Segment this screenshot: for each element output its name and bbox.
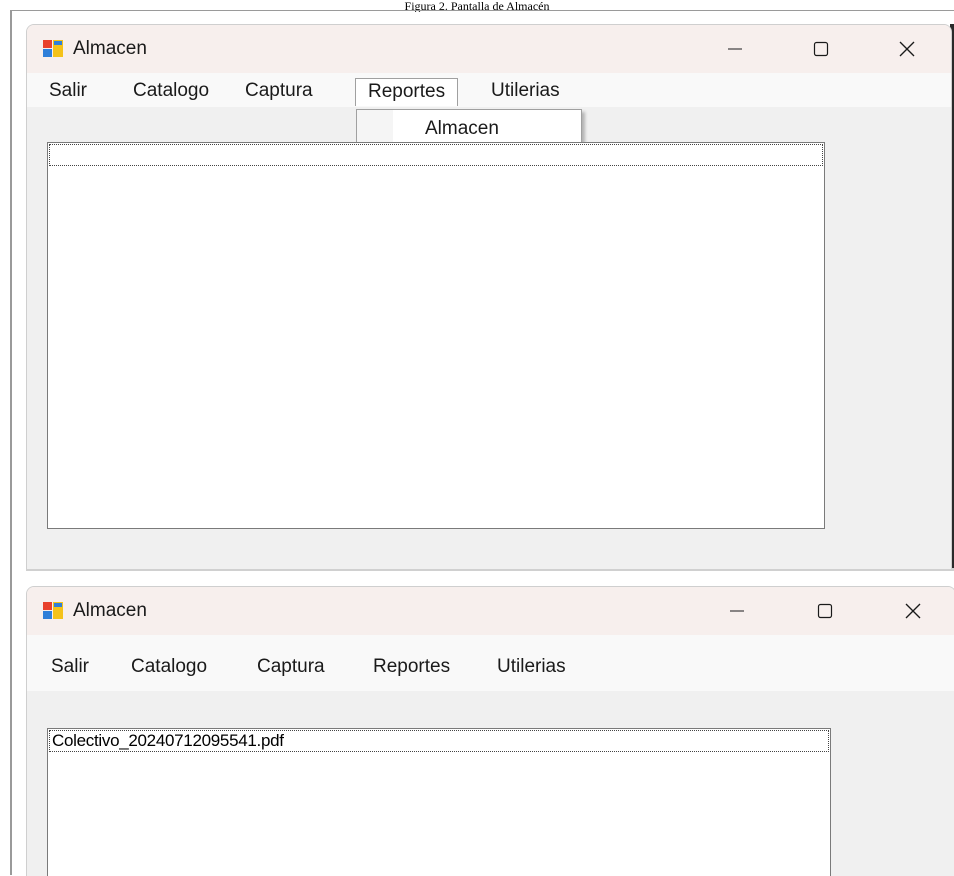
files-listbox[interactable]	[47, 142, 825, 529]
maximize-button[interactable]	[797, 587, 853, 635]
close-icon	[899, 41, 915, 57]
menu-reportes[interactable]: Reportes	[355, 78, 459, 106]
window-title: Almacen	[73, 38, 147, 59]
title-bar[interactable]: Almacen	[27, 25, 951, 73]
list-item[interactable]: Colectivo_20240712095541.pdf	[49, 730, 829, 752]
window-title: Almacen	[73, 600, 147, 621]
winforms-app-icon[interactable]	[43, 40, 63, 58]
menu-item-almacen[interactable]: Almacen	[393, 114, 577, 144]
menu-bar: Salir Catalogo Captura Reportes Utileria…	[27, 73, 951, 107]
frame-left-border	[10, 10, 12, 875]
menu-catalogo[interactable]: Catalogo	[121, 78, 221, 104]
menu-catalogo[interactable]: Catalogo	[119, 654, 219, 680]
menu-salir[interactable]: Salir	[37, 78, 99, 104]
minimize-button[interactable]	[707, 25, 763, 73]
frame-top-border	[10, 10, 954, 11]
list-item[interactable]	[49, 144, 823, 166]
menu-utilerias[interactable]: Utilerias	[485, 654, 578, 680]
almacen-window-file-listed: Almacen Salir Catalogo Captura Reportes …	[26, 586, 954, 876]
winforms-app-icon[interactable]	[43, 602, 63, 620]
maximize-icon	[817, 603, 833, 619]
menu-bar: Salir Catalogo Captura Reportes Utileria…	[27, 635, 954, 691]
menu-reportes[interactable]: Reportes	[361, 654, 462, 680]
title-bar[interactable]: Almacen	[27, 587, 954, 635]
menu-salir[interactable]: Salir	[39, 654, 101, 680]
minimize-icon	[730, 610, 744, 612]
minimize-icon	[728, 48, 742, 50]
close-button[interactable]	[885, 587, 941, 635]
maximize-button[interactable]	[793, 25, 849, 73]
close-button[interactable]	[879, 25, 935, 73]
almacen-window-menu-open: Almacen Salir Catalogo Captura Reportes …	[26, 24, 952, 569]
menu-utilerias[interactable]: Utilerias	[479, 78, 572, 104]
menu-captura[interactable]: Captura	[233, 78, 325, 104]
close-icon	[905, 603, 921, 619]
menu-captura[interactable]: Captura	[245, 654, 337, 680]
files-listbox[interactable]: Colectivo_20240712095541.pdf	[47, 728, 831, 876]
minimize-button[interactable]	[709, 587, 765, 635]
maximize-icon	[813, 41, 829, 57]
